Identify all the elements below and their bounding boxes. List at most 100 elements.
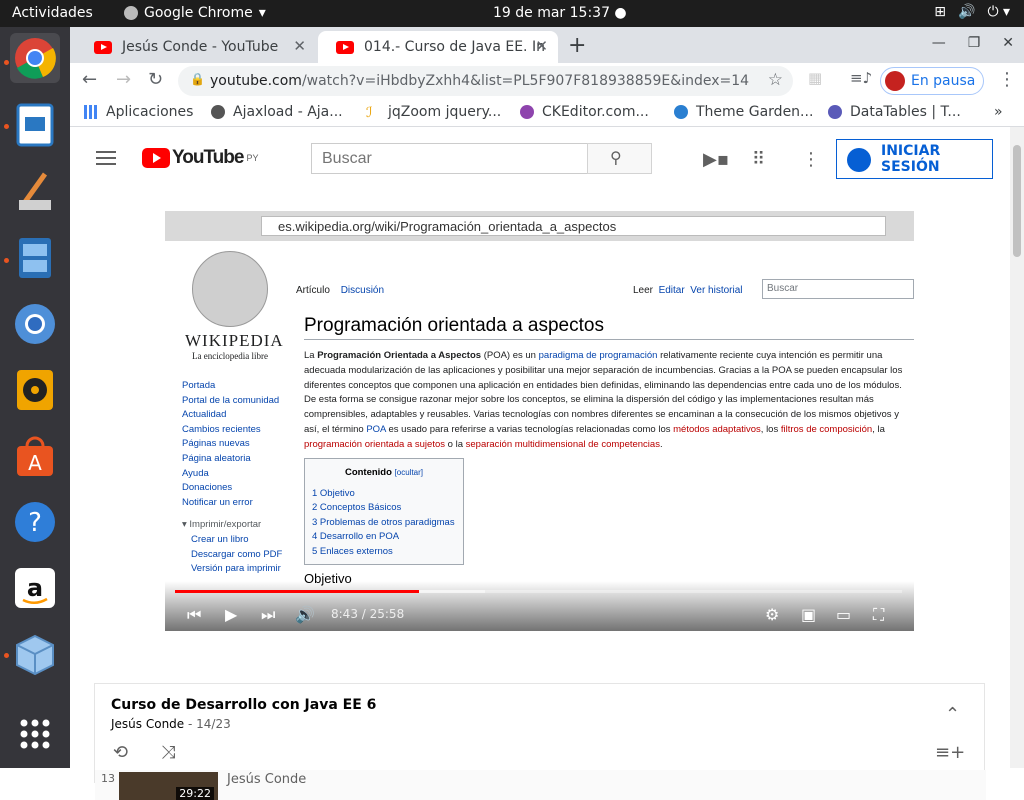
dock: A ? a: [0, 27, 70, 768]
rhythmbox-launcher[interactable]: [10, 365, 60, 415]
shopping-bag-icon: A: [17, 436, 53, 476]
url-host: youtube.com: [210, 73, 302, 89]
tab-youtube-channel[interactable]: Jesús Conde - YouTube ✕: [76, 31, 316, 63]
virtualbox-launcher[interactable]: [10, 629, 60, 679]
chromium-icon: [15, 304, 55, 344]
bookmark-star-icon[interactable]: ☆: [768, 70, 783, 90]
tab-java-video[interactable]: 014.- Curso de Java EE. Int ✕: [318, 31, 558, 63]
apps-grid-icon: [84, 105, 98, 119]
new-tab-button[interactable]: +: [568, 33, 586, 58]
video-thumbnail: 29:22: [119, 772, 218, 800]
network-icon: ⊞: [934, 4, 946, 20]
minimize-button[interactable]: —: [932, 35, 946, 51]
restore-button[interactable]: ❐: [968, 35, 981, 51]
system-menu[interactable]: ⊞ 🔊 ⏻ ▾: [934, 4, 1010, 20]
menu-icon[interactable]: [96, 151, 116, 165]
jqzoom-icon: ℐ: [366, 105, 373, 121]
file-cabinet-icon: [19, 238, 51, 278]
paint-launcher[interactable]: [10, 167, 60, 217]
search-button[interactable]: ⚲: [587, 143, 652, 174]
back-button[interactable]: ←: [82, 69, 97, 90]
amazon-launcher[interactable]: a: [10, 563, 60, 613]
youtube-page: YouTubePY ⚲ ▶▪ ⠿ ⋮ INICIAR SESIÓN es.wik…: [70, 127, 1010, 800]
chrome-launcher[interactable]: [10, 33, 60, 83]
activities-button[interactable]: Actividades: [12, 5, 93, 21]
chromium-launcher[interactable]: [10, 299, 60, 349]
window-controls: — ❐ ✕: [932, 35, 1014, 51]
youtube-logo[interactable]: YouTube PY: [142, 147, 258, 169]
video-player[interactable]: es.wikipedia.org/wiki/Programación_orien…: [165, 211, 914, 631]
play-button[interactable]: ▶: [225, 605, 237, 624]
progress-fill: [175, 590, 420, 593]
files-launcher[interactable]: [10, 233, 60, 283]
bookmark-ajaxload[interactable]: Ajaxload - Aja...: [211, 104, 343, 120]
show-applications-button[interactable]: [10, 709, 60, 759]
document-icon: [16, 103, 54, 147]
bookmark-datatables[interactable]: DataTables | T...: [828, 104, 961, 120]
playlist-item[interactable]: 13 29:22 Jesús Conde: [95, 770, 986, 800]
chrome-icon: [124, 6, 138, 20]
shuffle-icon[interactable]: ⤨: [161, 742, 175, 763]
power-icon: ⏻ ▾: [987, 4, 1010, 20]
loop-icon[interactable]: ⟲: [113, 742, 128, 763]
playlist-title[interactable]: Curso de Desarrollo con Java EE 6: [111, 697, 376, 713]
volume-icon: 🔊: [958, 4, 976, 20]
collapse-chevron-icon[interactable]: ⌃: [945, 704, 960, 725]
help-launcher[interactable]: ?: [10, 497, 60, 547]
url-path: /watch?v=iHbdbyZxhh4&list=PL5F907F818938…: [301, 73, 750, 89]
wiki-article-title: Programación orientada a aspectos: [304, 315, 604, 336]
sign-in-button[interactable]: INICIAR SESIÓN: [836, 139, 993, 179]
datatables-icon: [828, 105, 842, 119]
add-to-playlist-icon[interactable]: ≡+: [935, 742, 965, 763]
media-controls-icon[interactable]: ≡♪: [850, 69, 872, 87]
avatar: [885, 71, 905, 91]
app-menu[interactable]: Google Chrome ▾: [124, 5, 266, 21]
bookmarks-overflow-icon[interactable]: »: [994, 104, 1003, 120]
chrome-menu-icon[interactable]: ⋮: [998, 69, 1016, 90]
wiki-sidebar: Portada Portal de la comunidad Actualidad …: [182, 380, 283, 575]
address-bar[interactable]: 🔒 youtube.com/watch?v=iHbdbyZxhh4&list=P…: [178, 66, 793, 96]
wiki-paragraph: La Programación Orientada a Aspectos (PO…: [304, 350, 903, 450]
software-launcher[interactable]: A: [10, 431, 60, 481]
youtube-favicon-icon: [94, 40, 112, 54]
bookmark-theme-garden[interactable]: Theme Garden...: [674, 104, 813, 120]
wiki-table-of-contents: Contenido [ocultar] 1 Objetivo 2 Concepto…: [304, 458, 464, 565]
theme-garden-icon: [674, 105, 688, 119]
grid-icon: [20, 719, 50, 749]
previous-button[interactable]: ⏮: [187, 605, 201, 625]
wiki-search-box: Buscar: [762, 279, 914, 299]
youtube-header: YouTubePY ⚲ ▶▪ ⠿ ⋮ INICIAR SESIÓN: [70, 127, 1010, 189]
profile-status: En pausa: [911, 73, 976, 89]
bookmark-ckeditor[interactable]: CKEditor.com...: [520, 104, 649, 120]
playlist-panel: Curso de Desarrollo con Java EE 6 Jesús …: [94, 683, 986, 800]
close-window-button[interactable]: ✕: [1002, 35, 1014, 51]
writer-launcher[interactable]: [10, 100, 60, 150]
close-tab-icon[interactable]: ✕: [535, 37, 548, 55]
playlist-subtitle: Jesús Conde - 14/23: [111, 717, 231, 731]
tab-label: Jesús Conde - YouTube: [122, 39, 279, 55]
apps-icon[interactable]: ⠿: [752, 149, 765, 170]
profile-button[interactable]: En pausa: [880, 67, 984, 95]
miniplayer-icon[interactable]: ▣: [801, 605, 816, 624]
forward-button[interactable]: →: [116, 69, 131, 90]
next-button[interactable]: ⏭: [261, 605, 275, 625]
search-input[interactable]: [311, 143, 588, 174]
bookmark-jqzoom[interactable]: ℐjqZoom jquery...: [366, 104, 501, 121]
clock[interactable]: 19 de mar 15:37 ●: [493, 5, 627, 21]
create-video-icon[interactable]: ▶▪: [703, 149, 729, 170]
reload-button[interactable]: ↻: [148, 69, 163, 90]
settings-gear-icon[interactable]: ⚙: [765, 605, 779, 624]
progress-bar[interactable]: [175, 590, 902, 593]
theater-mode-icon[interactable]: ▭: [836, 605, 851, 624]
svg-text:?: ?: [28, 508, 42, 538]
extension-icon[interactable]: ▦: [808, 69, 822, 87]
fullscreen-icon[interactable]: ⛶: [873, 605, 884, 625]
close-tab-icon[interactable]: ✕: [293, 37, 306, 55]
volume-button[interactable]: 🔊: [295, 605, 315, 624]
amazon-icon: a: [15, 568, 55, 608]
bookmark-apps[interactable]: Aplicaciones: [84, 104, 193, 120]
paintbrush-icon: [19, 172, 51, 210]
browser-window: Jesús Conde - YouTube ✕ 014.- Curso de J…: [70, 27, 1024, 800]
settings-dots-icon[interactable]: ⋮: [802, 149, 820, 170]
page-scrollbar[interactable]: [1010, 127, 1024, 768]
